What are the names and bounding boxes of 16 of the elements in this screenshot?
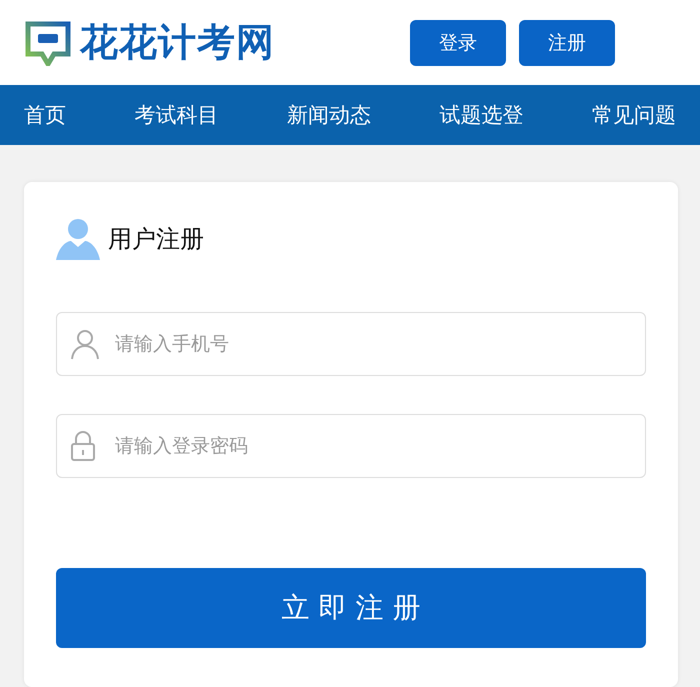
lock-icon [70,430,96,462]
header-button[interactable]: 注册 [519,20,615,66]
nav-link[interactable]: 常见问题 [592,101,676,129]
header-button[interactable]: 登录 [410,20,506,66]
nav-link[interactable]: 试题选登 [440,101,524,129]
site-name: 花花计考网 [80,19,275,66]
nav-link[interactable]: 首页 [24,101,66,129]
register-button[interactable]: 立 即 注 册 [56,568,646,648]
nav-link[interactable]: 新闻动态 [287,101,371,129]
person-icon [70,328,100,360]
form-title: 用户注册 [108,224,204,255]
input-field[interactable]: 请输入登录密码 [56,414,646,478]
user-icon [56,218,100,260]
logo-icon [24,20,72,66]
input-field[interactable]: 请输入手机号 [56,312,646,376]
nav-link[interactable]: 考试科目 [134,101,218,129]
